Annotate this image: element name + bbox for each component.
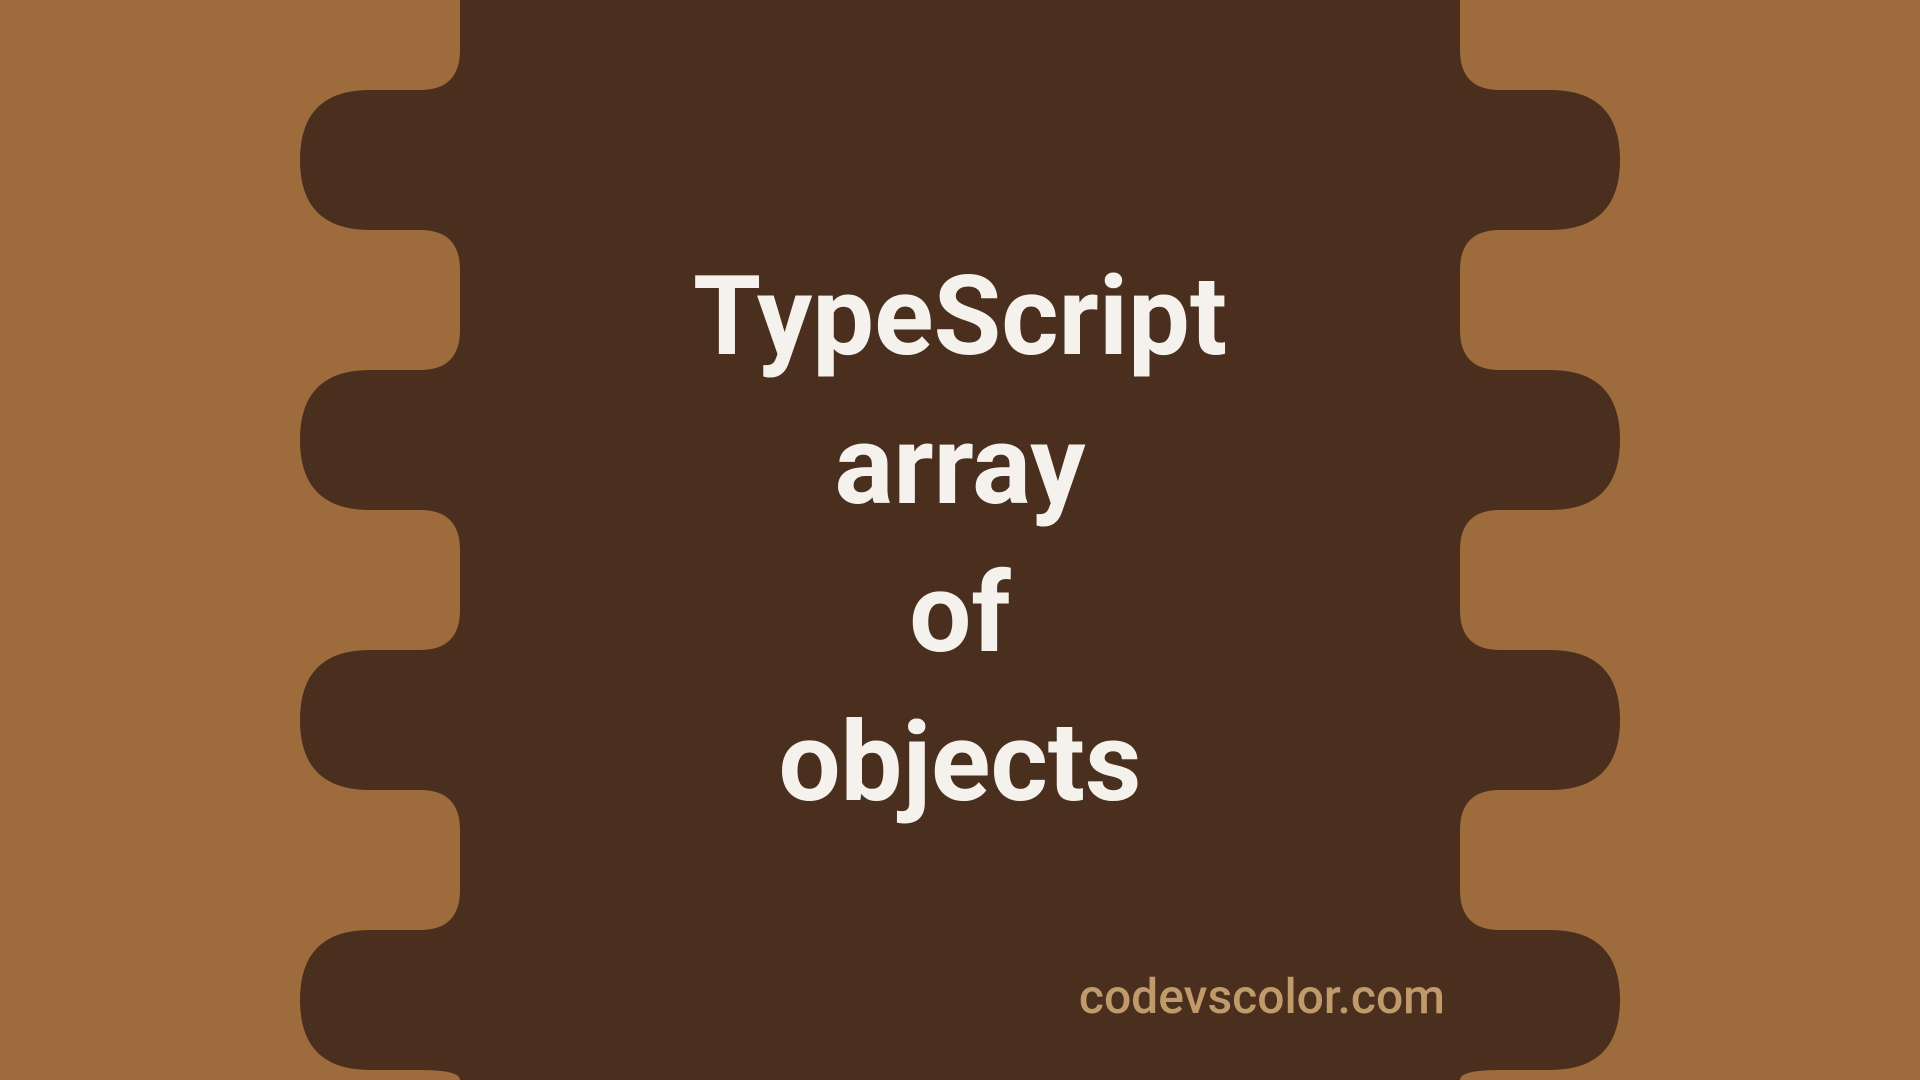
title-line-3: of bbox=[693, 540, 1227, 689]
title-line-4: objects bbox=[693, 689, 1227, 838]
title-line-2: array bbox=[693, 392, 1227, 541]
footer-attribution: codevscolor.com bbox=[1079, 968, 1445, 1025]
main-content: TypeScript array of objects bbox=[0, 0, 1920, 1080]
title-line-1: TypeScript bbox=[693, 243, 1227, 392]
title-block: TypeScript array of objects bbox=[693, 243, 1227, 837]
